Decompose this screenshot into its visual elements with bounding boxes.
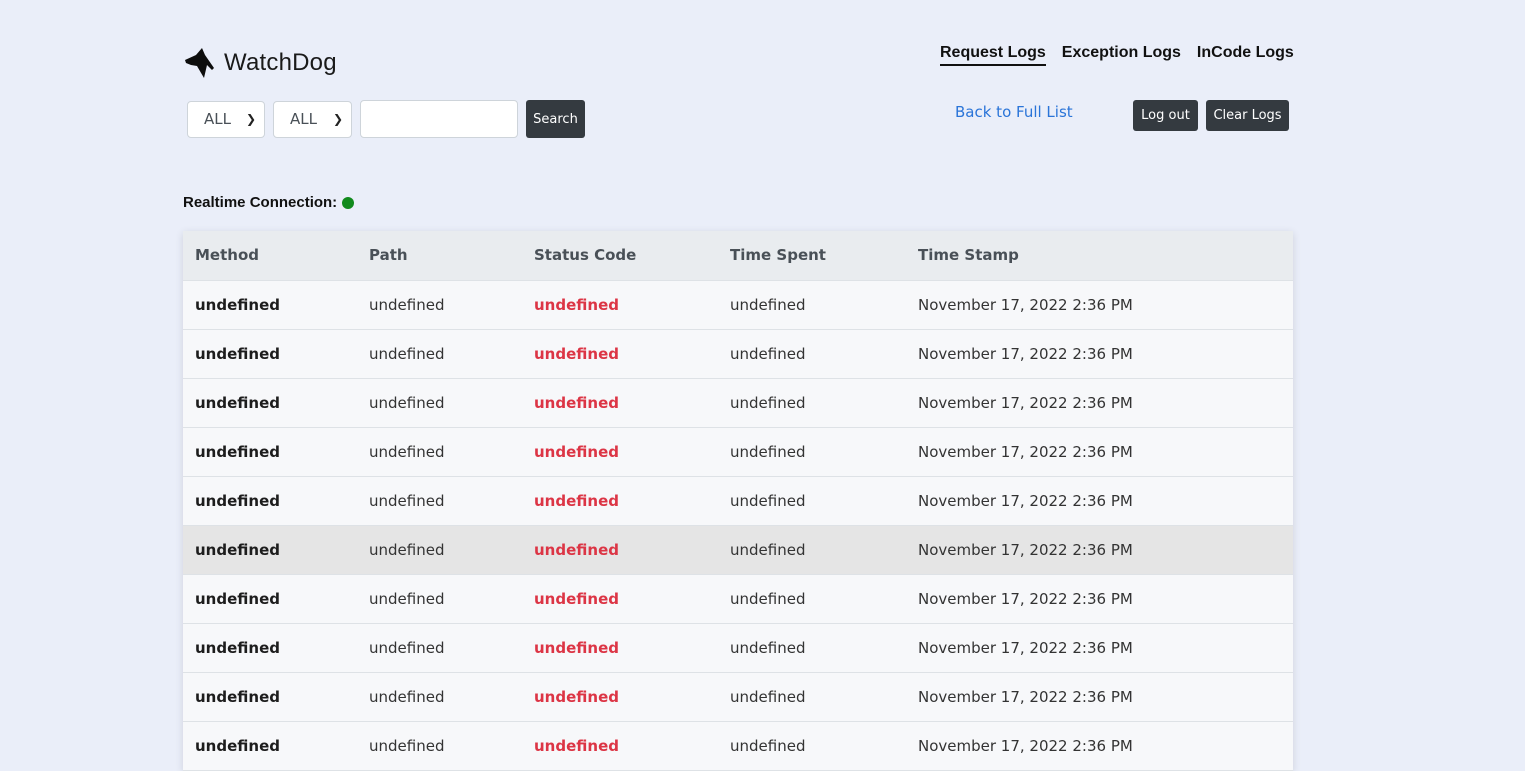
status-select[interactable]: ALL ❯ — [273, 100, 352, 138]
path-cell: undefined — [357, 525, 522, 575]
method-select-value: ALL — [204, 110, 231, 128]
path-cell: undefined — [357, 672, 522, 722]
clear-logs-button[interactable]: Clear Logs — [1206, 100, 1289, 131]
back-to-full-list-link[interactable]: Back to Full List — [955, 103, 1073, 121]
status-code-cell: undefined — [522, 574, 718, 624]
time-stamp-cell: November 17, 2022 2:36 PM — [906, 476, 1293, 526]
nav-exception-logs[interactable]: Exception Logs — [1062, 44, 1181, 66]
table-row[interactable]: undefined undefined undefined undefined Nove… — [183, 721, 1293, 771]
status-code-cell: undefined — [522, 623, 718, 673]
path-cell: undefined — [357, 378, 522, 428]
status-code-cell: undefined — [522, 525, 718, 575]
table-header-row: Method Path Status Code Time Spent Time … — [183, 231, 1293, 281]
method-cell: undefined — [183, 525, 357, 575]
status-select-value: ALL — [290, 110, 317, 128]
method-cell: undefined — [183, 427, 357, 477]
header-time-spent[interactable]: Time Spent — [718, 231, 906, 281]
method-cell: undefined — [183, 721, 357, 771]
table-row[interactable]: undefined undefined undefined undefined Nove… — [183, 623, 1293, 673]
nav-request-logs[interactable]: Request Logs — [940, 44, 1046, 66]
logout-button[interactable]: Log out — [1133, 100, 1198, 131]
header-path[interactable]: Path — [357, 231, 522, 281]
top-nav: Request Logs Exception Logs InCode Logs — [940, 44, 1294, 66]
chevron-down-icon: ❯ — [245, 112, 256, 126]
table-row[interactable]: undefined undefined undefined undefined Nove… — [183, 427, 1293, 477]
table-row[interactable]: undefined undefined undefined undefined Nove… — [183, 672, 1293, 722]
nav-incode-logs[interactable]: InCode Logs — [1197, 44, 1294, 66]
time-stamp-cell: November 17, 2022 2:36 PM — [906, 721, 1293, 771]
path-cell: undefined — [357, 427, 522, 477]
path-cell: undefined — [357, 329, 522, 379]
path-cell: undefined — [357, 623, 522, 673]
realtime-connection: Realtime Connection: — [183, 194, 355, 211]
header-status-code[interactable]: Status Code — [522, 231, 718, 281]
search-input[interactable] — [360, 100, 518, 138]
status-code-cell: undefined — [522, 280, 718, 330]
brand-logo[interactable]: WatchDog — [183, 46, 337, 80]
path-cell: undefined — [357, 574, 522, 624]
time-spent-cell: undefined — [718, 721, 906, 771]
table-row[interactable]: undefined undefined undefined undefined Nove… — [183, 280, 1293, 330]
method-cell: undefined — [183, 280, 357, 330]
dog-head-icon — [185, 48, 214, 78]
time-spent-cell: undefined — [718, 427, 906, 477]
time-spent-cell: undefined — [718, 329, 906, 379]
method-select[interactable]: ALL ❯ — [187, 100, 265, 138]
table-row[interactable]: undefined undefined undefined undefined Nove… — [183, 329, 1293, 379]
time-stamp-cell: November 17, 2022 2:36 PM — [906, 378, 1293, 428]
method-cell: undefined — [183, 329, 357, 379]
status-code-cell: undefined — [522, 672, 718, 722]
method-cell: undefined — [183, 378, 357, 428]
time-spent-cell: undefined — [718, 378, 906, 428]
search-button[interactable]: Search — [526, 100, 585, 138]
method-cell: undefined — [183, 476, 357, 526]
realtime-label: Realtime Connection: — [183, 194, 338, 211]
status-code-cell: undefined — [522, 476, 718, 526]
brand-name: WatchDog — [224, 49, 337, 76]
request-logs-table: Method Path Status Code Time Spent Time … — [183, 231, 1293, 771]
time-spent-cell: undefined — [718, 623, 906, 673]
status-code-cell: undefined — [522, 427, 718, 477]
time-stamp-cell: November 17, 2022 2:36 PM — [906, 672, 1293, 722]
time-stamp-cell: November 17, 2022 2:36 PM — [906, 427, 1293, 477]
connection-status-dot — [342, 196, 355, 209]
time-spent-cell: undefined — [718, 476, 906, 526]
table-row[interactable]: undefined undefined undefined undefined Nove… — [183, 574, 1293, 624]
table-row[interactable]: undefined undefined undefined undefined Nove… — [183, 378, 1293, 428]
time-stamp-cell: November 17, 2022 2:36 PM — [906, 574, 1293, 624]
filter-bar: ALL ❯ ALL ❯ Search — [187, 100, 585, 138]
path-cell: undefined — [357, 721, 522, 771]
method-cell: undefined — [183, 574, 357, 624]
status-code-cell: undefined — [522, 329, 718, 379]
time-spent-cell: undefined — [718, 525, 906, 575]
status-code-cell: undefined — [522, 721, 718, 771]
time-stamp-cell: November 17, 2022 2:36 PM — [906, 280, 1293, 330]
method-cell: undefined — [183, 672, 357, 722]
method-cell: undefined — [183, 623, 357, 673]
status-code-cell: undefined — [522, 378, 718, 428]
table-row[interactable]: undefined undefined undefined undefined Nove… — [183, 525, 1293, 575]
chevron-down-icon: ❯ — [332, 112, 343, 126]
time-spent-cell: undefined — [718, 280, 906, 330]
path-cell: undefined — [357, 476, 522, 526]
table-row[interactable]: undefined undefined undefined undefined Nove… — [183, 476, 1293, 526]
time-spent-cell: undefined — [718, 574, 906, 624]
time-spent-cell: undefined — [718, 672, 906, 722]
time-stamp-cell: November 17, 2022 2:36 PM — [906, 329, 1293, 379]
time-stamp-cell: November 17, 2022 2:36 PM — [906, 525, 1293, 575]
header-time-stamp[interactable]: Time Stamp — [906, 231, 1293, 281]
time-stamp-cell: November 17, 2022 2:36 PM — [906, 623, 1293, 673]
header-method[interactable]: Method — [183, 231, 357, 281]
path-cell: undefined — [357, 280, 522, 330]
